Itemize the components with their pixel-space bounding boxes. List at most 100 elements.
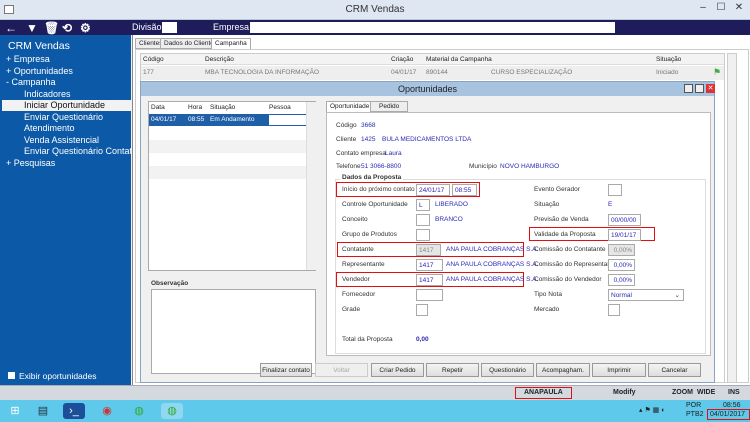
toolbar: ← ▼ 🗑 ⟲ ⚙ Divisão Empresa [0, 20, 750, 35]
sidebar-item-label: Pesquisas [13, 158, 56, 168]
tipo-nota-value: Normal [611, 292, 632, 299]
minimize-button[interactable]: – [695, 2, 711, 16]
col-situacao[interactable]: Situação [210, 104, 235, 111]
sidebar-item-indicadores[interactable]: Indicadores [24, 89, 71, 99]
sidebar-item-iniciar-oportunidade[interactable]: Iniciar Oportunidade [24, 100, 105, 110]
empresa-label: Empresa [213, 22, 250, 32]
telefone-label: Telefone [336, 163, 361, 170]
cell-situacao: Em Andamento [210, 116, 255, 123]
inicio-data-input[interactable]: 24/01/17 [416, 184, 450, 196]
scrollbar[interactable] [727, 53, 737, 383]
close-button[interactable]: ✕ [731, 2, 747, 16]
maximize-button[interactable]: ☐ [713, 2, 729, 16]
repetir-button[interactable]: Repetir [426, 363, 479, 377]
evento-input[interactable] [608, 184, 622, 196]
evento-label: Evento Gerador [534, 186, 580, 193]
app-icon[interactable]: ◍ [161, 403, 183, 419]
trash-icon[interactable]: 🗑 [44, 21, 59, 35]
inicio-hora-input[interactable]: 08:55 [452, 184, 477, 196]
col-data[interactable]: Data [151, 104, 165, 111]
total-label: Total da Proposta [342, 336, 393, 343]
contatante-input: 1417 [416, 244, 441, 256]
chrome-icon[interactable]: ◉ [96, 403, 118, 419]
finalizar-contato-button[interactable]: Finalizar contato [260, 363, 312, 377]
cancelar-button[interactable]: Cancelar [648, 363, 701, 377]
comissao-vendedor-input[interactable]: 0,00% [608, 274, 635, 286]
language-indicator[interactable]: POR [686, 402, 701, 409]
gear-icon[interactable]: ⚙ [80, 21, 91, 35]
title-bar: CRM Vendas – ☐ ✕ [0, 0, 750, 20]
tab-pedido[interactable]: Pedido [370, 101, 409, 112]
conceito-input[interactable] [416, 214, 430, 226]
dialog-title-bar: Oportunidades ✕ [141, 82, 715, 96]
exibir-oportunidades-checkbox[interactable]: Exibir oportunidades [8, 371, 97, 381]
powershell-icon[interactable]: ›_ [63, 403, 85, 419]
expand-icon[interactable]: + [6, 158, 11, 168]
col-material[interactable]: Material da Campanha [426, 56, 492, 63]
dialog-title: Oportunidades [397, 84, 458, 94]
grupo-input[interactable] [416, 229, 430, 241]
validade-input[interactable]: 19/01/17 [608, 229, 641, 241]
empresa-input[interactable] [250, 22, 615, 33]
col-codigo[interactable]: Código [143, 56, 164, 63]
fornecedor-label: Fornecedor [342, 291, 376, 298]
dialog-minimize-button[interactable] [684, 84, 693, 93]
back-arrow-icon[interactable]: ← [5, 21, 17, 35]
server-manager-icon[interactable]: ▤ [32, 403, 54, 419]
collapse-icon[interactable]: - [6, 77, 9, 87]
divisao-input[interactable] [162, 22, 177, 33]
tipo-nota-select[interactable]: Normal ⌄ [608, 289, 684, 301]
cell-criacao: 04/01/17 [391, 69, 417, 76]
expand-icon[interactable]: + [6, 54, 11, 64]
questionario-button[interactable]: Questionário [481, 363, 534, 377]
sidebar-item-campanha[interactable]: - Campanha [6, 77, 56, 87]
observacao-textarea[interactable] [151, 289, 316, 374]
vendedor-input[interactable]: 1417 [416, 274, 443, 286]
imprimir-button[interactable]: Imprimir [592, 363, 646, 377]
acompanham-button[interactable]: Acompagham. [536, 363, 590, 377]
criar-pedido-button[interactable]: Criar Pedido [371, 363, 424, 377]
clock-date[interactable]: 04/01/2017 [710, 411, 745, 418]
expand-icon[interactable]: + [6, 66, 11, 76]
list-scrollbar[interactable] [306, 102, 316, 270]
col-situacao[interactable]: Situação [656, 56, 681, 63]
sidebar-item-oportunidades[interactable]: + Oportunidades [6, 66, 73, 76]
window-title: CRM Vendas [345, 4, 405, 15]
keyboard-layout[interactable]: PTB2 [686, 411, 704, 418]
col-pessoa[interactable]: Pessoa [269, 104, 291, 111]
col-criacao[interactable]: Criação [391, 56, 413, 63]
col-descricao[interactable]: Descrição [205, 56, 234, 63]
filter-icon[interactable]: ▼ [26, 21, 38, 35]
controle-input[interactable]: L [416, 199, 430, 211]
table-row[interactable]: 04/01/17 08:55 Em Andamento [149, 114, 312, 126]
sidebar-item-venda-assistencial[interactable]: Venda Assistencial [24, 135, 99, 145]
representante-input[interactable]: 1417 [416, 259, 443, 271]
checkbox-box[interactable] [8, 372, 15, 379]
mercado-input[interactable] [608, 304, 620, 316]
clock-time[interactable]: 08:56 [723, 402, 741, 409]
app-icon[interactable]: ◍ [128, 403, 150, 419]
fornecedor-input[interactable] [416, 289, 443, 301]
grade-input[interactable] [416, 304, 428, 316]
sidebar-item-enviar-questionario-contato[interactable]: Enviar Questionário Contato [24, 146, 137, 156]
refresh-icon[interactable]: ⟲ [62, 21, 72, 35]
windows-start-icon[interactable]: ⊞ [4, 403, 26, 419]
table-row[interactable]: 177 MBA TECNOLOGIA DA INFORMAÇÃO 04/01/1… [141, 66, 724, 80]
sidebar-item-enviar-questionario[interactable]: Enviar Questionário [24, 112, 103, 122]
vendedor-label: Vendedor [342, 276, 370, 283]
cell-descricao: MBA TECNOLOGIA DA INFORMAÇÃO [205, 69, 320, 76]
dialog-close-button[interactable]: ✕ [706, 84, 715, 93]
col-hora[interactable]: Hora [188, 104, 202, 111]
previsao-input[interactable]: 00/00/00 [608, 214, 641, 226]
cliente-label: Cliente [336, 136, 357, 143]
sidebar-item-atendimento[interactable]: Atendimento [24, 123, 75, 133]
sidebar: CRM Vendas + Empresa + Oportunidades - C… [0, 35, 137, 385]
tab-dados-do-cliente[interactable]: Dados do Cliente [160, 38, 218, 49]
dialog-maximize-button[interactable] [695, 84, 704, 93]
vendedor-value: ANA PAULA COBRANÇAS S.A. [446, 276, 539, 283]
sidebar-item-pesquisas[interactable]: + Pesquisas [6, 158, 55, 168]
comissao-representante-input[interactable]: 0,00% [608, 259, 635, 271]
sidebar-item-empresa[interactable]: + Empresa [6, 54, 50, 64]
tray-icons[interactable]: ▴ ⚑ ▦ ◐ [639, 406, 665, 414]
controle-value: LIBERADO [435, 201, 468, 208]
